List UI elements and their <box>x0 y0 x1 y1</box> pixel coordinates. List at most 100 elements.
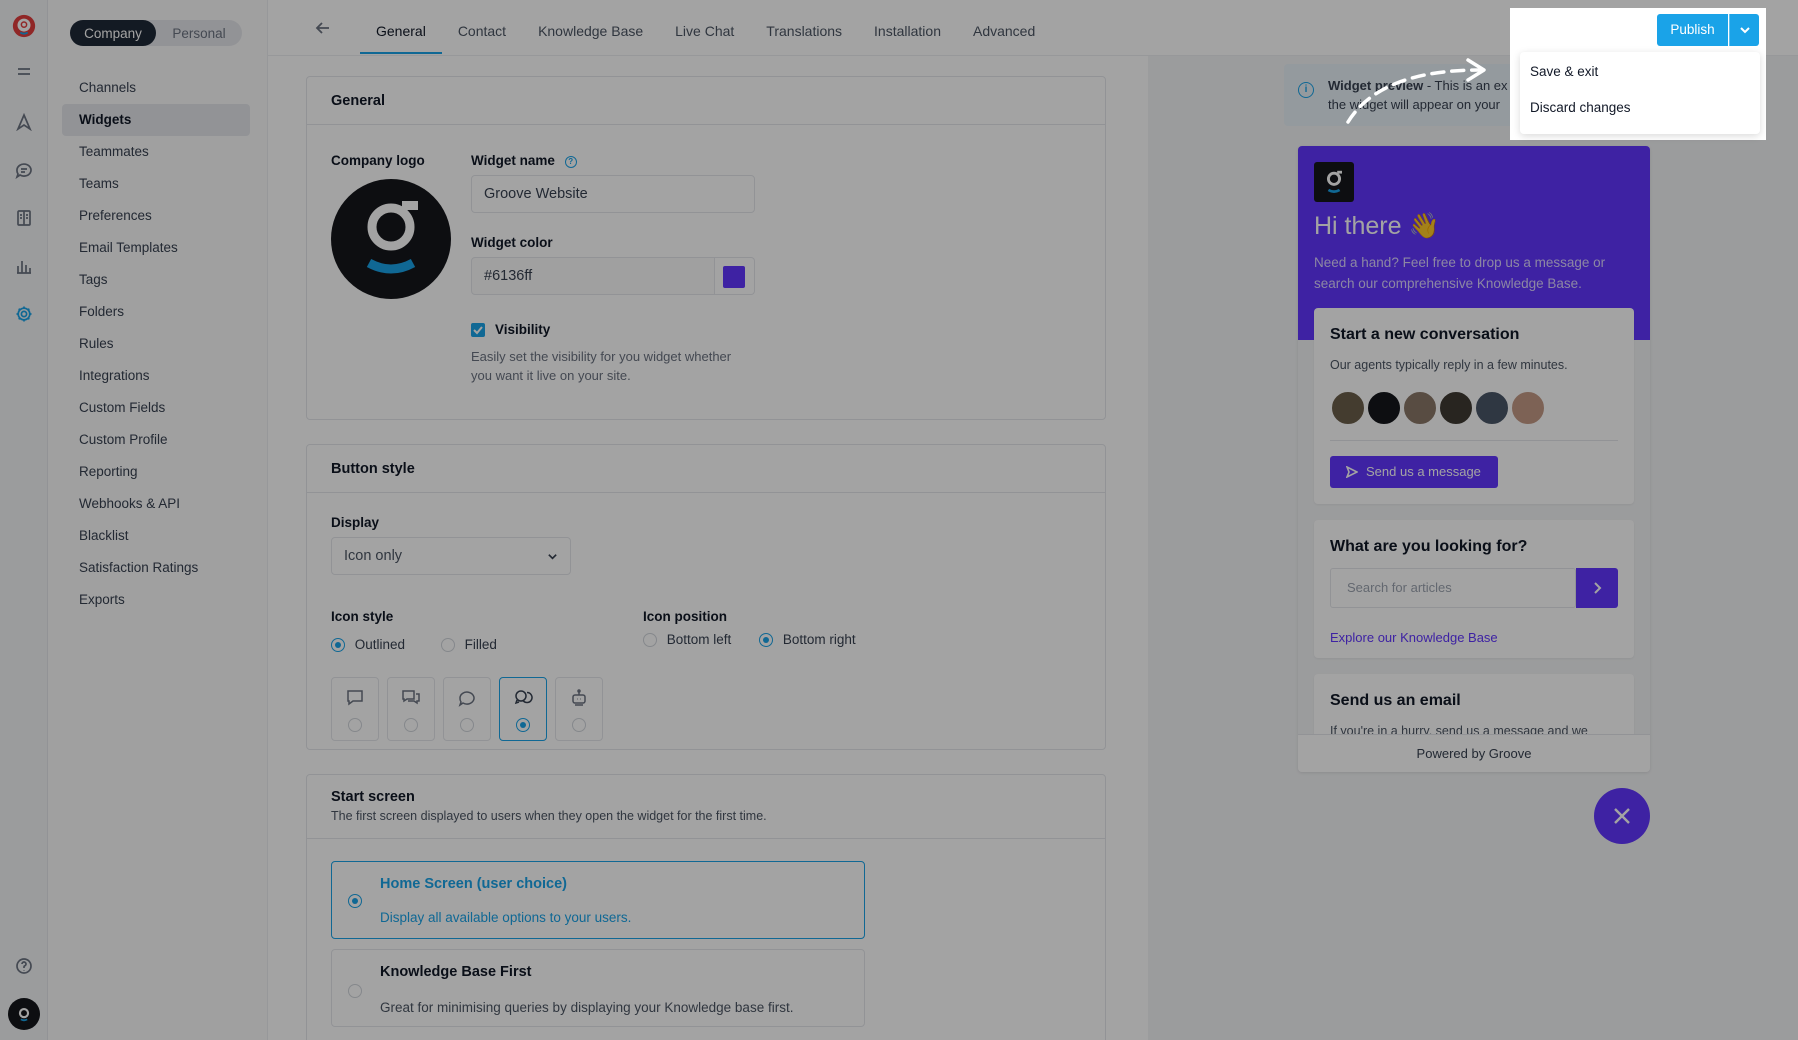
pointer-arrow-icon <box>1346 58 1486 124</box>
avatar <box>1438 390 1474 426</box>
start-screen-header: Start screen The first screen displayed … <box>307 775 1105 839</box>
tab-installation[interactable]: Installation <box>858 0 957 56</box>
tab-contact[interactable]: Contact <box>442 0 522 56</box>
avatar <box>1402 390 1438 426</box>
nav-list: Channels Widgets Teammates Teams Preferences… <box>62 72 250 616</box>
powered-by: Powered by Groove <box>1298 734 1650 772</box>
nav-item-custom-fields[interactable]: Custom Fields <box>62 392 250 424</box>
nav-item-exports[interactable]: Exports <box>62 584 250 616</box>
option-home-screen[interactable]: Home Screen (user choice) Display all av… <box>331 861 865 939</box>
nav-item-webhooks-api[interactable]: Webhooks & API <box>62 488 250 520</box>
menu-save-exit[interactable]: Save & exit <box>1530 64 1598 79</box>
send-icon[interactable] <box>12 110 36 134</box>
visibility-label: Visibility <box>495 322 551 337</box>
nav-item-teams[interactable]: Teams <box>62 168 250 200</box>
widget-logo <box>1314 162 1354 202</box>
widget-preview: Hi there 👋 Need a hand? Feel free to dro… <box>1298 146 1650 772</box>
chart-icon[interactable] <box>12 254 36 278</box>
back-arrow-icon[interactable] <box>314 19 332 37</box>
icon-style-label: Icon style <box>331 609 394 624</box>
radio-bottom-left[interactable] <box>643 633 657 648</box>
radio-outlined[interactable] <box>331 638 345 653</box>
nav-item-blacklist[interactable]: Blacklist <box>62 520 250 552</box>
nav-item-reporting[interactable]: Reporting <box>62 456 250 488</box>
tab-knowledge-base[interactable]: Knowledge Base <box>522 0 659 56</box>
icon-position-options: Bottom left Bottom right <box>643 632 856 648</box>
general-card: General Company logo Widget name ? Groov… <box>306 76 1106 420</box>
nav-item-widgets[interactable]: Widgets <box>62 104 250 136</box>
segment-company[interactable]: Company <box>70 20 156 46</box>
nav-item-folders[interactable]: Folders <box>62 296 250 328</box>
color-swatch-button[interactable] <box>715 257 755 295</box>
nav-item-email-templates[interactable]: Email Templates <box>62 232 250 264</box>
nav-item-integrations[interactable]: Integrations <box>62 360 250 392</box>
icon-picker <box>331 677 611 741</box>
company-logo-label: Company logo <box>331 153 425 168</box>
widget-name-input[interactable]: Groove Website <box>471 175 755 213</box>
menu-icon[interactable] <box>12 60 36 84</box>
chat-square-icon[interactable] <box>331 677 379 741</box>
general-heading: General <box>307 77 1105 125</box>
icon-style-options: Outlined Filled <box>331 637 497 653</box>
chevron-down-icon <box>1740 27 1750 34</box>
chevron-down-icon <box>548 554 557 560</box>
chevron-right-icon <box>1594 582 1602 594</box>
start-screen-card: Start screen The first screen displayed … <box>306 774 1106 1040</box>
help-icon[interactable] <box>12 954 36 978</box>
widget-color-input[interactable]: #6136ff <box>471 257 715 295</box>
button-style-card: Button style Display Icon only Icon styl… <box>306 444 1106 750</box>
user-avatar-icon[interactable] <box>8 998 40 1030</box>
widget-close-button[interactable] <box>1594 788 1650 844</box>
kb-link[interactable]: Explore our Knowledge Base <box>1330 630 1498 645</box>
option-title: Knowledge Base First <box>380 964 532 980</box>
tab-live-chat[interactable]: Live Chat <box>659 0 750 56</box>
option-knowledge-base-first[interactable]: Knowledge Base First Great for minimisin… <box>331 949 865 1027</box>
nav-item-channels[interactable]: Channels <box>62 72 250 104</box>
divider <box>1330 440 1618 441</box>
tab-advanced[interactable]: Advanced <box>957 0 1051 56</box>
search-submit-button[interactable] <box>1576 568 1618 608</box>
avatar <box>1510 390 1546 426</box>
kb-title: What are you looking for? <box>1330 538 1528 555</box>
publish-dropdown-toggle[interactable] <box>1729 14 1759 46</box>
avatar <box>1474 390 1510 426</box>
nav-item-satisfaction-ratings[interactable]: Satisfaction Ratings <box>62 552 250 584</box>
nav-item-custom-profile[interactable]: Custom Profile <box>62 424 250 456</box>
icon-position-label: Icon position <box>643 609 727 624</box>
publish-button[interactable]: Publish <box>1657 14 1728 46</box>
chat-round-icon[interactable] <box>443 677 491 741</box>
visibility-checkbox[interactable] <box>471 323 485 337</box>
company-personal-toggle[interactable]: Company Personal <box>70 20 242 46</box>
widget-greeting: Hi there 👋 <box>1314 212 1440 240</box>
company-logo[interactable] <box>331 179 451 299</box>
info-icon[interactable]: ? <box>564 156 577 168</box>
radio-bottom-right[interactable] <box>759 633 774 648</box>
conversation-title: Start a new conversation <box>1330 326 1520 343</box>
book-icon[interactable] <box>12 206 36 230</box>
send-message-button[interactable]: Send us a message <box>1330 456 1498 488</box>
radio-home-screen[interactable] <box>348 894 362 908</box>
radio-kb-first[interactable] <box>348 984 362 998</box>
radio-filled[interactable] <box>440 638 455 653</box>
nav-item-teammates[interactable]: Teammates <box>62 136 250 168</box>
nav-item-preferences[interactable]: Preferences <box>62 200 250 232</box>
display-select[interactable]: Icon only <box>331 537 571 575</box>
chat-double-icon[interactable] <box>387 677 435 741</box>
nav-item-rules[interactable]: Rules <box>62 328 250 360</box>
segment-personal[interactable]: Personal <box>156 20 242 46</box>
widget-name-label: Widget name ? <box>471 153 577 168</box>
tab-translations[interactable]: Translations <box>750 0 858 56</box>
article-search-input[interactable]: Search for articles <box>1330 568 1576 608</box>
conversation-sub: Our agents typically reply in a few minu… <box>1330 358 1568 372</box>
chat-icon[interactable] <box>12 158 36 182</box>
visibility-help: Easily set the visibility for you widget… <box>471 349 732 383</box>
gear-icon[interactable] <box>12 302 36 326</box>
chat-round-double-icon[interactable] <box>499 677 547 741</box>
knowledge-base-card: What are you looking for? Search for art… <box>1314 520 1634 658</box>
nav-item-tags[interactable]: Tags <box>62 264 250 296</box>
menu-discard-changes[interactable]: Discard changes <box>1530 100 1631 115</box>
option-title: Home Screen (user choice) <box>380 876 567 892</box>
robot-icon[interactable] <box>555 677 603 741</box>
tab-general[interactable]: General <box>360 0 442 56</box>
groove-logo-icon[interactable] <box>10 12 38 40</box>
